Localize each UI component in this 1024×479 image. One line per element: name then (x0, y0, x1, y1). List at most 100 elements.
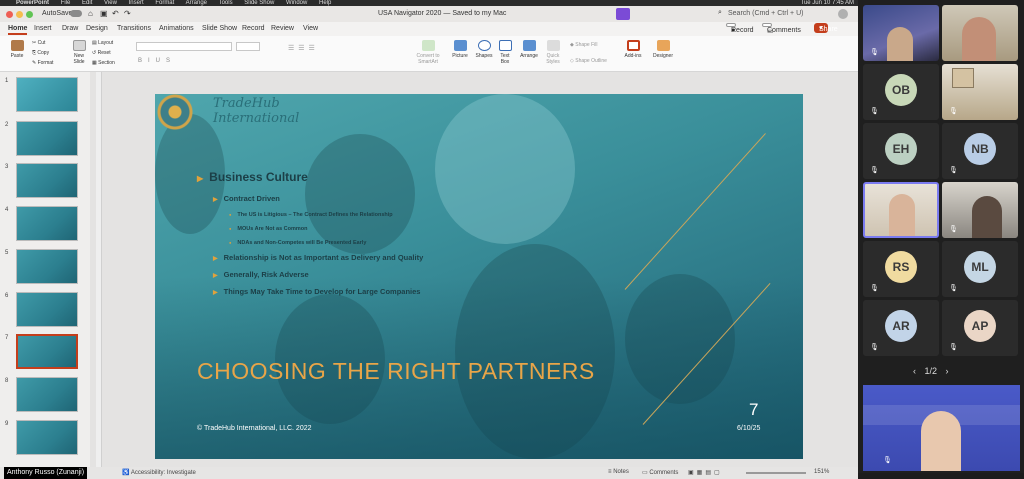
bullet-text: The US is Litigious – The Contract Defin… (237, 212, 393, 218)
shape-outline-button[interactable]: ◇ Shape Outline (570, 58, 607, 64)
slide-thumbnail[interactable] (16, 249, 78, 284)
avatar: AR (885, 310, 917, 342)
designer-button[interactable]: Designer (652, 40, 674, 59)
new-slide-button[interactable]: New Slide (68, 40, 90, 65)
record-label: Record (731, 27, 754, 34)
tab-transitions[interactable]: Transitions (117, 25, 151, 32)
slide-thumbnail[interactable] (16, 292, 78, 327)
paragraph-buttons[interactable]: ☰☰☰ (288, 44, 319, 52)
prev-page-button[interactable]: ‹ (913, 366, 916, 376)
bullet-heading: Business Culture (209, 170, 308, 184)
self-view-video[interactable]: 🎙 (863, 385, 1020, 471)
cut-label: Cut (37, 40, 46, 46)
tab-design[interactable]: Design (86, 25, 108, 32)
autosave-toggle[interactable] (70, 10, 82, 17)
bullet-item: ● MOUs Are Not as Common (229, 222, 597, 236)
bullet-arrow-icon: ● (229, 226, 232, 231)
slide-title[interactable]: CHOOSING THE RIGHT PARTNERS (197, 358, 595, 385)
participant-video-tile[interactable]: 🎙 (863, 5, 939, 61)
bullet-text: Relationship is Not as Important as Deli… (223, 253, 424, 262)
muted-mic-icon: 🎙 (870, 167, 879, 174)
slide-thumbnail[interactable] (16, 163, 78, 198)
shapes-button[interactable]: Shapes (474, 40, 494, 59)
addins-button[interactable]: Add-ins (622, 40, 644, 59)
participant-tile[interactable]: ML 🎙 (942, 241, 1018, 297)
participant-tile[interactable]: AP 🎙 (942, 300, 1018, 356)
font-size-select[interactable] (236, 42, 260, 51)
slide-thumbnail[interactable] (16, 121, 78, 156)
format-painter-button[interactable]: ✎ Format (32, 60, 53, 66)
brush-icon: ✎ (32, 60, 37, 66)
ruler-vertical (96, 72, 102, 467)
tab-record[interactable]: Record (242, 25, 265, 32)
autosave-label: AutoSave (42, 10, 73, 17)
section-button[interactable]: ▦ Section (92, 60, 115, 66)
bullet-item: ● NDAs and Non-Competes will Be Presented… (229, 236, 597, 250)
participant-video-tile[interactable]: 🎙 (942, 182, 1018, 238)
bullet-arrow-icon: ▶ (213, 273, 218, 279)
tab-insert[interactable]: Insert (34, 25, 52, 32)
share-button[interactable]: Share ▾ (814, 23, 838, 33)
record-button[interactable]: ● Record (726, 23, 754, 34)
layout-icon: ▤ (92, 40, 97, 46)
cut-button[interactable]: ✂ Cut (32, 40, 45, 46)
next-page-button[interactable]: › (946, 366, 949, 376)
logo-line-1: TradeHub (213, 96, 280, 111)
font-name-select[interactable] (136, 42, 232, 51)
close-window-button[interactable] (6, 11, 13, 18)
tab-slideshow[interactable]: Slide Show (202, 25, 237, 32)
bullet-text: NDAs and Non-Competes will Be Presented … (237, 240, 367, 246)
bullet-item: ▶ Generally, Risk Adverse (213, 267, 597, 284)
layout-button[interactable]: ▤ Layout (92, 40, 113, 46)
zoom-level[interactable]: 151% (814, 469, 829, 475)
convert-smartart-button[interactable]: Convert to SmartArt (410, 40, 446, 65)
participant-tile[interactable]: EH 🎙 (863, 123, 939, 179)
save-icon[interactable]: ▣ (100, 9, 108, 18)
content-placeholder[interactable]: ▶ Business Culture ▶ Contract Driven ● The U… (197, 169, 597, 301)
slide-thumbnail[interactable] (16, 206, 78, 241)
tab-view[interactable]: View (303, 25, 318, 32)
zoom-window-button[interactable] (26, 11, 33, 18)
shape-fill-button[interactable]: ◆ Shape Fill (570, 42, 597, 48)
muted-mic-icon: 🎙 (870, 285, 879, 292)
participant-tile[interactable]: OB 🎙 (863, 64, 939, 120)
picture-button[interactable]: Picture (450, 40, 470, 59)
active-speaker-tile[interactable] (863, 182, 939, 238)
comments-button[interactable]: ▭ Comments (762, 23, 801, 35)
participant-tile[interactable]: RS 🎙 (863, 241, 939, 297)
slide-thumbnail[interactable] (16, 420, 78, 455)
undo-icon[interactable]: ↶ (112, 9, 119, 18)
minimize-window-button[interactable] (16, 11, 23, 18)
copy-button[interactable]: ⎘ Copy (32, 50, 49, 56)
slide-thumbnail-selected[interactable] (16, 334, 78, 369)
search-input[interactable]: Search (Cmd + Ctrl + U) (728, 10, 803, 17)
bullet-item: ▶ Relationship is Not as Important as Del… (213, 250, 597, 267)
arrange-button[interactable]: Arrange (518, 40, 540, 59)
tab-animations[interactable]: Animations (159, 25, 194, 32)
textbox-button[interactable]: Text Box (496, 40, 514, 65)
redo-icon[interactable]: ↷ (124, 9, 131, 18)
participant-tile[interactable]: NB 🎙 (942, 123, 1018, 179)
tab-draw[interactable]: Draw (62, 25, 78, 32)
collab-icon[interactable] (616, 8, 630, 20)
notes-icon: ≡ (608, 469, 612, 475)
paste-button[interactable]: Paste (8, 40, 26, 59)
reset-button[interactable]: ↺ Reset (92, 50, 111, 56)
notes-button[interactable]: ≡ Notes (608, 469, 629, 475)
current-slide[interactable]: TradeHub International ▶ Business Culture… (155, 94, 803, 459)
participant-video-tile[interactable]: 🎙 (942, 64, 1018, 120)
designer-label: Designer (652, 53, 673, 59)
zoom-slider[interactable] (746, 472, 806, 474)
bullet-arrow-icon: ▶ (213, 197, 218, 203)
slide-thumbnail[interactable] (16, 377, 78, 412)
font-format-buttons[interactable]: BIUS (138, 58, 176, 64)
tab-home[interactable]: Home (8, 25, 28, 35)
slide-thumbnail[interactable] (16, 77, 78, 112)
home-icon[interactable]: ⌂ (88, 9, 93, 18)
tab-review[interactable]: Review (271, 25, 294, 32)
new-slide-label: New Slide (73, 53, 85, 65)
quick-styles-button[interactable]: Quick Styles (543, 40, 563, 65)
participant-tile[interactable]: AR 🎙 (863, 300, 939, 356)
profile-icon[interactable] (838, 9, 848, 19)
participant-video-tile[interactable] (942, 5, 1018, 61)
